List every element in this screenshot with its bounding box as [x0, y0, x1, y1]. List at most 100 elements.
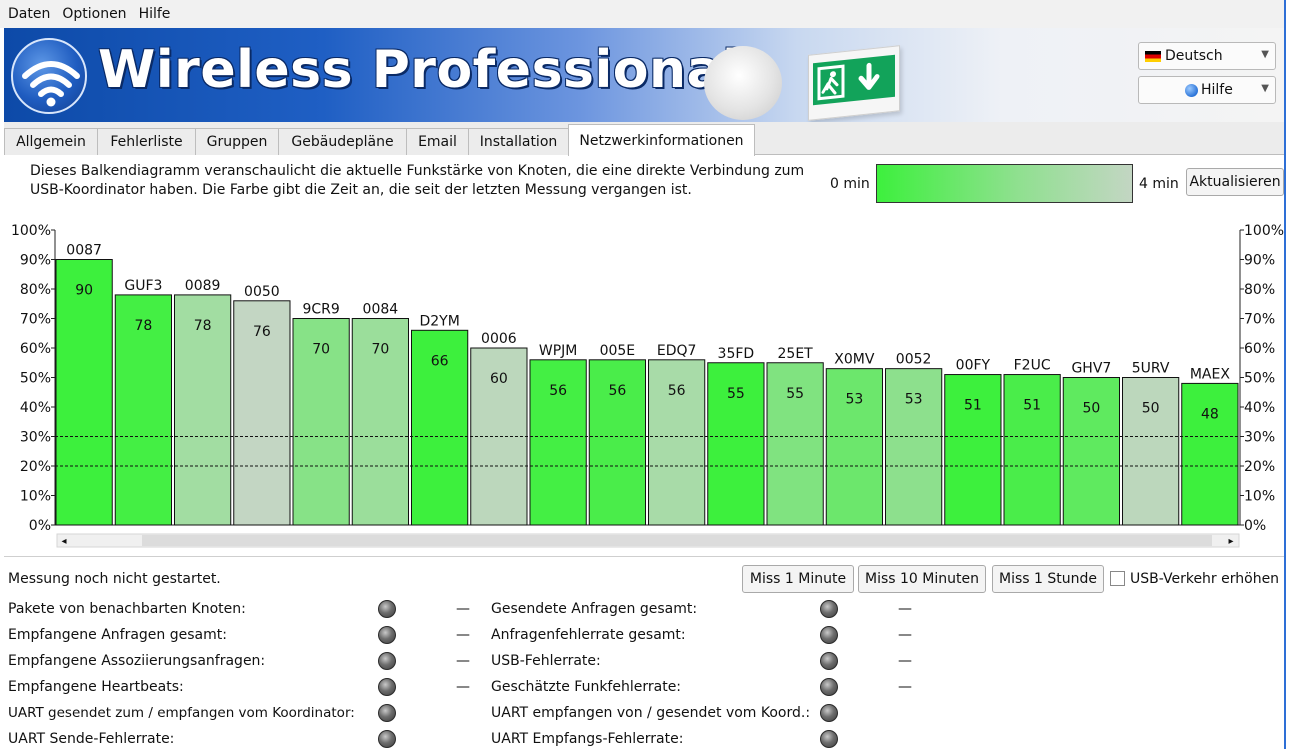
- stat-value: —: [456, 601, 470, 617]
- stat-value: —: [456, 679, 470, 695]
- stat-value: —: [456, 653, 470, 669]
- tab-netzwerkinformationen[interactable]: Netzwerkinformationen: [568, 124, 755, 156]
- stat-label: Empfangene Heartbeats:: [8, 679, 184, 695]
- refresh-button[interactable]: Aktualisieren: [1186, 168, 1284, 196]
- stat-value: —: [456, 627, 470, 643]
- tab-email[interactable]: Email: [406, 128, 469, 155]
- legend-max-label: 4 min: [1139, 176, 1179, 192]
- stat-label: UART gesendet zum / empfangen vom Koordi…: [8, 705, 355, 721]
- stat-label: USB-Fehlerrate:: [491, 653, 601, 669]
- description-line-2: USB-Koordinator haben. Die Farbe gibt di…: [30, 182, 692, 198]
- measure-1-hour-button[interactable]: Miss 1 Stunde: [992, 565, 1104, 593]
- y-tick-label-left: 0%: [29, 518, 51, 534]
- language-value: Deutsch: [1165, 48, 1223, 64]
- window-edge: [1284, 0, 1286, 749]
- chevron-down-icon: ▼: [1261, 83, 1269, 94]
- measure-10-minutes-button[interactable]: Miss 10 Minuten: [858, 565, 986, 593]
- bar: [55, 259, 113, 526]
- brand-title: Wireless Professional: [98, 40, 741, 100]
- stat-label: Empfangene Assoziierungsanfragen:: [8, 653, 266, 669]
- language-select[interactable]: Deutsch ▼: [1138, 42, 1276, 70]
- bar-value-label: 90: [75, 283, 93, 299]
- bar-category-label: 35FD: [718, 346, 755, 362]
- scrollbar-thumb: [142, 535, 1212, 546]
- help-select[interactable]: Hilfe ▼: [1138, 76, 1276, 104]
- y-tick-label-right: 0%: [1244, 518, 1266, 534]
- scroll-left-icon: ◂: [61, 536, 66, 547]
- bar-value-label: 70: [371, 342, 389, 358]
- header-banner: Wireless Professional Deutsch ▼ Hilfe ▼: [4, 28, 1284, 122]
- y-tick-label-left: 50%: [20, 371, 51, 387]
- bar-category-label: 0006: [481, 331, 517, 347]
- y-tick-label-right: 10%: [1244, 489, 1275, 505]
- bar-value-label: 51: [1023, 398, 1041, 414]
- y-tick-label-left: 30%: [20, 430, 51, 446]
- bar-value-label: 53: [905, 392, 923, 408]
- stat-label: Pakete von benachbarten Knoten:: [8, 601, 246, 617]
- status-led-icon: [820, 652, 838, 670]
- status-led-icon: [378, 626, 396, 644]
- bar-value-label: 78: [194, 318, 212, 334]
- bar-value-label: 51: [964, 398, 982, 414]
- bar-value-label: 50: [1142, 401, 1160, 417]
- tab-fehlerliste[interactable]: Fehlerliste: [97, 128, 196, 155]
- menu-optionen[interactable]: Optionen: [62, 6, 126, 22]
- bar-category-label: 0050: [244, 284, 280, 300]
- bar-value-label: 76: [253, 324, 271, 340]
- bar-value-label: 60: [490, 371, 508, 387]
- bar-value-label: 66: [431, 353, 449, 369]
- bar-category-label: 25ET: [778, 346, 814, 362]
- y-tick-label-left: 80%: [20, 282, 51, 298]
- globe-icon: [1185, 83, 1198, 97]
- section-divider: [4, 556, 1284, 557]
- bar-value-label: 53: [845, 392, 863, 408]
- y-tick-label-right: 100%: [1244, 223, 1284, 239]
- bar-value-label: 78: [134, 318, 152, 334]
- bar-category-label: 0052: [896, 352, 932, 368]
- status-led-icon: [820, 600, 838, 618]
- y-tick-label-left: 100%: [11, 223, 51, 239]
- usb-traffic-label: USB-Verkehr erhöhen: [1130, 571, 1280, 587]
- status-led-icon: [820, 626, 838, 644]
- tab-gruppen[interactable]: Gruppen: [195, 128, 279, 155]
- age-color-legend: [876, 164, 1133, 203]
- bar-value-label: 55: [727, 386, 745, 402]
- stat-value: —: [898, 679, 912, 695]
- exit-sign-icon: [808, 45, 900, 121]
- tab-allgemein[interactable]: Allgemein: [4, 128, 98, 155]
- bar-category-label: 5URV: [1132, 361, 1170, 377]
- stat-label: Anfragenfehlerrate gesamt:: [491, 627, 686, 643]
- y-tick-label-left: 40%: [20, 400, 51, 416]
- bar-category-label: WPJM: [539, 343, 578, 359]
- bar-category-label: 0084: [363, 302, 399, 318]
- chevron-down-icon: ▼: [1261, 49, 1269, 60]
- y-tick-label-left: 90%: [20, 253, 51, 269]
- y-tick-label-right: 90%: [1244, 253, 1275, 269]
- stat-label: Geschätzte Funkfehlerrate:: [491, 679, 682, 695]
- y-tick-label-left: 60%: [20, 341, 51, 357]
- description-line-1: Dieses Balkendiagramm veranschaulicht di…: [30, 163, 805, 179]
- bar-category-label: EDQ7: [657, 343, 697, 359]
- status-led-icon: [820, 678, 838, 696]
- stat-label: UART Sende-Fehlerrate:: [8, 731, 175, 747]
- bar-value-label: 56: [668, 383, 686, 399]
- y-tick-label-right: 40%: [1244, 400, 1275, 416]
- y-tick-label-left: 70%: [20, 312, 51, 328]
- bar-category-label: 0089: [185, 278, 221, 294]
- menu-daten[interactable]: Daten: [8, 6, 50, 22]
- tab-installation[interactable]: Installation: [468, 128, 569, 155]
- tab-gebaeudeplaene[interactable]: Gebäudepläne: [278, 128, 407, 155]
- status-led-icon: [378, 730, 396, 748]
- usb-traffic-checkbox[interactable]: [1110, 571, 1125, 586]
- menu-hilfe[interactable]: Hilfe: [139, 6, 171, 22]
- stat-value: —: [898, 653, 912, 669]
- signal-strength-chart: 0% 0% 10% 10% 20% 20% 30% 30% 40% 40% 50% 50% 60% 60%…: [11, 223, 1284, 548]
- bar-value-label: 48: [1201, 406, 1219, 422]
- y-tick-label-left: 10%: [20, 489, 51, 505]
- y-tick-label-right: 20%: [1244, 459, 1275, 475]
- measure-1-minute-button[interactable]: Miss 1 Minute: [742, 565, 854, 593]
- bar-category-label: GUF3: [124, 278, 162, 294]
- legend-min-label: 0 min: [830, 176, 870, 192]
- tab-bar: Allgemein Fehlerliste Gruppen Gebäudeplä…: [4, 122, 1284, 156]
- measurement-status: Messung noch nicht gestartet.: [8, 571, 221, 587]
